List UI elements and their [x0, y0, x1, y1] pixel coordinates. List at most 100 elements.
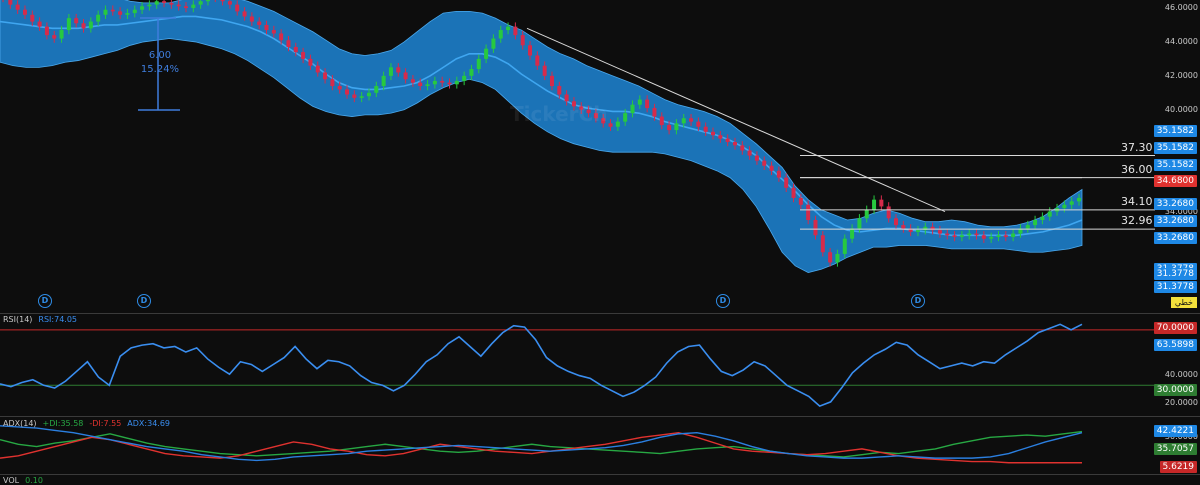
- pane-separator[interactable]: [0, 416, 1200, 417]
- candle-body: [366, 92, 371, 97]
- candle-body: [315, 65, 320, 73]
- hline-price-label[interactable]: 37.30: [1121, 141, 1153, 154]
- plus-di-value: +DI:35.58: [42, 419, 84, 428]
- candle-body: [183, 6, 188, 8]
- candle-body: [140, 6, 145, 10]
- candle-body: [776, 170, 781, 178]
- candle-body: [8, 0, 13, 5]
- candle-body: [59, 30, 64, 39]
- candle-body: [176, 4, 181, 7]
- candle-body: [125, 13, 130, 15]
- candle-body: [205, 0, 210, 2]
- band-price-tag: 33.2680: [1153, 198, 1197, 210]
- candle-body: [286, 40, 291, 48]
- candle-body: [374, 86, 379, 93]
- candle-body: [381, 75, 386, 87]
- candle-body: [564, 94, 569, 102]
- candle-body: [806, 204, 811, 221]
- candle-body: [293, 47, 298, 53]
- rsi-axis-tick: 40.0000: [1164, 370, 1198, 379]
- candle-body: [1003, 235, 1008, 237]
- candle-body: [1011, 233, 1016, 237]
- candle-body: [169, 2, 174, 5]
- rsi-value-tag: 63.5898: [1153, 339, 1197, 351]
- candle-body: [410, 79, 415, 83]
- adx-line: [0, 425, 1083, 462]
- candle-body: [242, 11, 247, 17]
- candle-body: [915, 230, 920, 232]
- band-price-tag: 33.2680: [1153, 232, 1197, 244]
- candle-body: [235, 4, 240, 12]
- dividend-marker[interactable]: D: [911, 294, 925, 308]
- candle-body: [557, 86, 562, 95]
- hline-price-label[interactable]: 36.00: [1121, 163, 1153, 176]
- candle-body: [769, 165, 774, 171]
- candle-body: [162, 1, 167, 3]
- dividend-marker[interactable]: D: [137, 294, 151, 308]
- watermark-logo: TickerCh: [510, 102, 608, 126]
- candle-body: [952, 235, 957, 237]
- candle-body: [345, 89, 350, 95]
- candle-body: [1077, 197, 1081, 202]
- band-price-tag: 35.1582: [1153, 142, 1197, 154]
- band-price-tag: 33.2680: [1153, 215, 1197, 227]
- rsi-name: RSI(14): [3, 315, 33, 324]
- candle-body: [667, 125, 672, 131]
- candle-body: [1069, 201, 1074, 205]
- dividend-marker[interactable]: D: [38, 294, 52, 308]
- candle-body: [469, 69, 474, 76]
- candle-body: [491, 38, 496, 49]
- rsi-value: RSI:74.05: [38, 315, 78, 324]
- hline-price-label[interactable]: 32.96: [1121, 214, 1153, 227]
- last-price-tag: 34.6800: [1153, 175, 1197, 187]
- candle-body: [1040, 216, 1045, 221]
- candle-body: [88, 21, 93, 29]
- candle-body: [110, 9, 115, 12]
- rsi-upper-tag: 70.0000: [1153, 322, 1197, 334]
- candle-body: [542, 65, 547, 76]
- candle-body: [37, 21, 42, 27]
- dividend-marker[interactable]: D: [716, 294, 730, 308]
- candle-body: [754, 155, 759, 161]
- candle-body: [498, 30, 503, 39]
- candle-body: [103, 9, 108, 15]
- candle-body: [301, 52, 306, 59]
- candle-body: [637, 99, 642, 105]
- measure-delta: 6.00: [148, 50, 172, 61]
- candle-body: [154, 1, 159, 5]
- candle-body: [703, 126, 708, 132]
- rsi-line: [0, 323, 1083, 407]
- candle-body: [147, 4, 152, 7]
- candle-body: [66, 18, 71, 31]
- candle-body: [850, 228, 855, 239]
- candle-body: [454, 80, 459, 85]
- minus-di-tag: 5.6219: [1159, 461, 1197, 473]
- candle-body: [30, 14, 35, 22]
- price-axis-tick: 40.0000: [1164, 104, 1198, 114]
- candle-body: [645, 99, 650, 109]
- candle-body: [930, 226, 935, 231]
- candle-body: [520, 35, 525, 46]
- stock-chart[interactable]: TickerCh 37.30 36.00 34.10 32.96 6.00 15.24…: [0, 0, 1200, 485]
- hline-price-label[interactable]: 34.10: [1121, 195, 1153, 208]
- candle-body: [1047, 211, 1052, 217]
- candle-body: [1062, 204, 1067, 209]
- candle-body: [118, 11, 123, 15]
- candle-body: [718, 135, 723, 139]
- candle-body: [828, 252, 833, 263]
- candle-body: [740, 145, 745, 151]
- rsi-pane-label: RSI(14) RSI:74.05: [3, 315, 83, 324]
- candle-body: [989, 236, 994, 239]
- candle-body: [198, 1, 203, 5]
- candle-body: [264, 24, 269, 31]
- pane-separator[interactable]: [0, 474, 1200, 475]
- pane-separator[interactable]: [0, 313, 1200, 314]
- adx-value: ADX:34.69: [127, 419, 171, 428]
- adx-pane-label: ADX(14) +DI:35.58 -DI:7.55 ADX:34.69: [3, 419, 176, 428]
- candle-body: [330, 79, 335, 87]
- candle-body: [623, 113, 628, 122]
- candle-body: [440, 80, 445, 83]
- candle-body: [74, 18, 79, 24]
- candle-body: [725, 138, 730, 142]
- chart-type-badge[interactable]: خطي: [1170, 297, 1197, 308]
